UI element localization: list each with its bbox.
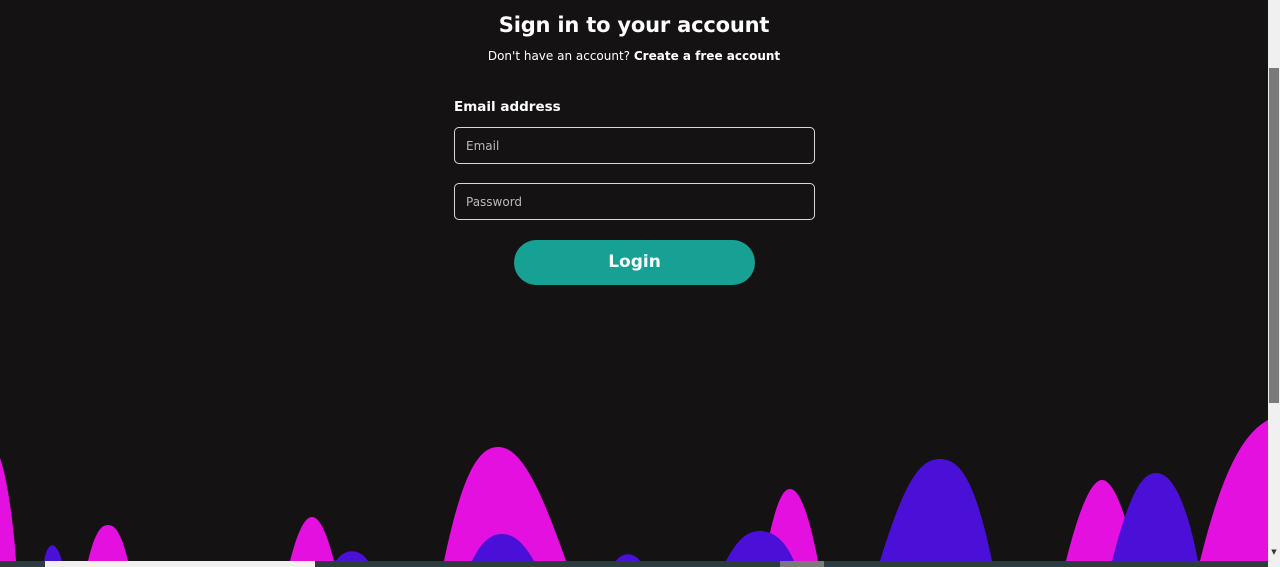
signup-prompt: Don't have an account? Create a free acc… bbox=[0, 49, 1268, 63]
taskbar-item[interactable] bbox=[780, 561, 824, 567]
email-input[interactable] bbox=[455, 128, 814, 163]
wave-magenta bbox=[88, 525, 128, 561]
signup-prompt-text: Don't have an account? bbox=[487, 49, 631, 63]
wave-magenta bbox=[290, 517, 334, 561]
wave-violet bbox=[616, 554, 640, 561]
wave-violet bbox=[1112, 473, 1198, 561]
page-title: Sign in to your account bbox=[498, 13, 770, 37]
scroll-down-arrow-icon[interactable]: ▼ bbox=[1270, 547, 1278, 557]
login-button[interactable]: Login bbox=[514, 240, 755, 285]
wave-magenta bbox=[1200, 420, 1268, 561]
vertical-scrollbar-thumb[interactable] bbox=[1269, 68, 1279, 403]
login-page: Sign in to your account Don't have an ac… bbox=[0, 0, 1280, 567]
email-field-box bbox=[454, 127, 815, 164]
taskbar-item[interactable] bbox=[45, 561, 315, 567]
email-label: Email address bbox=[454, 99, 561, 115]
wave-violet bbox=[880, 459, 992, 561]
wave-violet bbox=[336, 551, 368, 561]
create-account-link[interactable]: Create a free account bbox=[634, 49, 780, 63]
wave-magenta bbox=[0, 458, 16, 561]
wave-violet bbox=[44, 545, 62, 561]
password-field-box bbox=[454, 183, 815, 220]
password-input[interactable] bbox=[455, 184, 814, 219]
decorative-waves bbox=[0, 420, 1268, 561]
